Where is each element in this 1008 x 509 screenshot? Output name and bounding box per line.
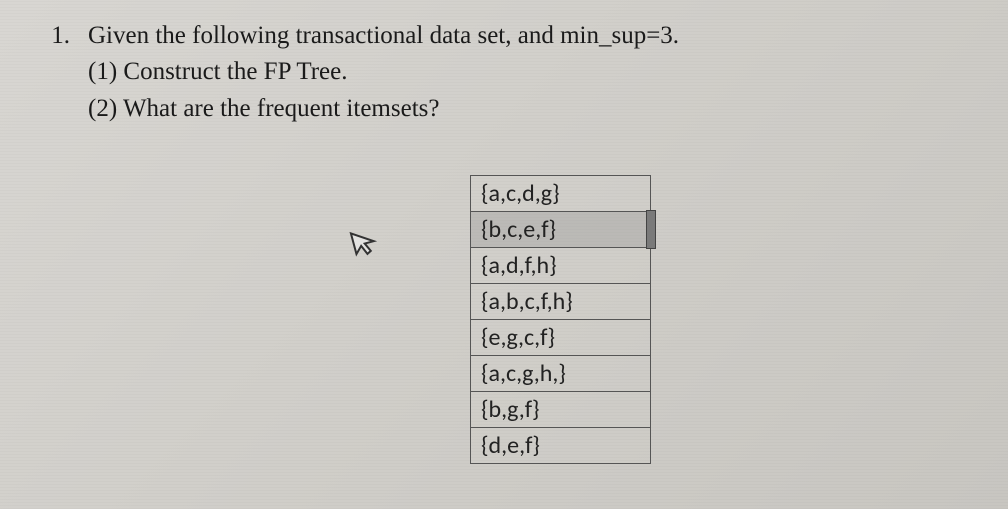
question-text: Given the following transactional data s… — [88, 18, 968, 127]
question-content: 1. Given the following transactional dat… — [0, 0, 1008, 127]
table-row[interactable]: {a,b,c,f,h} — [471, 284, 651, 320]
question-sub1: (1) Construct the FP Tree. — [88, 54, 968, 90]
table-row[interactable]: {a,c,d,g} — [471, 176, 651, 212]
table-cell[interactable]: {a,d,f,h} — [471, 248, 651, 284]
table-row[interactable]: {a,c,g,h,} — [471, 356, 651, 392]
table-cell[interactable]: {b,g,f} — [471, 392, 651, 428]
table-row[interactable]: {a,d,f,h} — [471, 248, 651, 284]
table-row[interactable]: {b,c,e,f} — [471, 212, 651, 248]
table-cell[interactable]: {b,c,e,f} — [471, 212, 651, 248]
mouse-cursor-icon — [348, 225, 380, 257]
question-prompt: Given the following transactional data s… — [88, 18, 968, 54]
table-cell[interactable]: {e,g,c,f} — [471, 320, 651, 356]
table-cell[interactable]: {d,e,f} — [471, 428, 651, 464]
question-number: 1. — [40, 18, 70, 127]
table-cell[interactable]: {a,b,c,f,h} — [471, 284, 651, 320]
transaction-table: {a,c,d,g}{b,c,e,f}{a,d,f,h}{a,b,c,f,h}{e… — [470, 175, 651, 464]
table-row[interactable]: {b,g,f} — [471, 392, 651, 428]
table-row[interactable]: {e,g,c,f} — [471, 320, 651, 356]
table-cell[interactable]: {a,c,d,g} — [471, 176, 651, 212]
table-row[interactable]: {d,e,f} — [471, 428, 651, 464]
question-sub2: (2) What are the frequent itemsets? — [88, 91, 968, 127]
table-cell[interactable]: {a,c,g,h,} — [471, 356, 651, 392]
transaction-table-wrap: {a,c,d,g}{b,c,e,f}{a,d,f,h}{a,b,c,f,h}{e… — [470, 175, 651, 464]
question-block: 1. Given the following transactional dat… — [40, 18, 968, 127]
